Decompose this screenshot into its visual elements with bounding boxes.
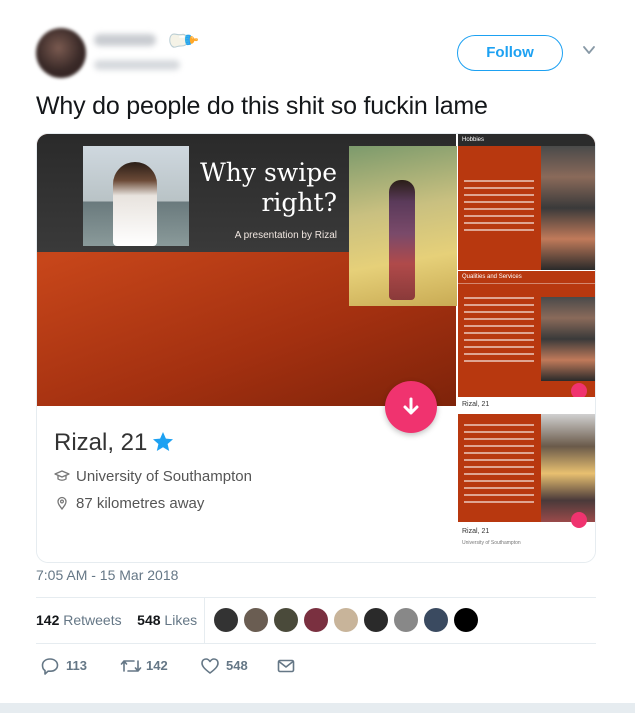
thumb-reviews-card [458,414,595,522]
like-button[interactable]: 548 [200,656,270,676]
retweets-label: Retweets [63,612,122,628]
tweet-header: 🍼 Follow [36,22,604,82]
university-label: University of Southampton [76,468,252,485]
profile-photo-right [349,146,457,306]
heart-icon [201,658,219,674]
tweet-timestamp[interactable]: 7:05 AM - 15 Mar 2018 [36,567,178,583]
likes-stat[interactable]: 548 Likes [137,612,197,628]
author-handle-blurred[interactable] [94,60,180,70]
thumb-text-lines [464,297,534,367]
thumb-photo-collage [541,297,595,381]
like-count: 548 [226,658,248,673]
profile-photo-slide: Why swipe right? A presentation by Rizal [37,134,457,406]
retweet-button[interactable]: 142 [120,656,190,676]
divider [36,597,596,598]
baby-bottle-icon: 🍼 [163,22,201,60]
thumb-hobbies-heading: Hobbies [458,134,595,146]
liker-avatar[interactable] [304,608,328,632]
stats-separator [204,597,205,643]
university-row: University of Southampton [54,468,252,485]
thumb-down-button [571,383,587,397]
thumbnail-qualities[interactable]: Qualities and Services [458,271,595,397]
slide-subtitle: A presentation by Rizal [234,230,337,241]
avatar[interactable] [36,28,86,78]
liker-avatar[interactable] [364,608,388,632]
thumb-down-button [571,512,587,528]
tweet-stats: 142 Retweets 548 Likes [36,612,197,628]
reply-button[interactable]: 113 [40,656,100,676]
profile-photo-left [83,146,189,246]
likes-count: 548 [137,612,161,628]
liker-avatar[interactable] [394,608,418,632]
retweets-stat[interactable]: 142 Retweets [36,612,122,628]
location-pin-icon [57,496,67,510]
envelope-icon [277,659,295,673]
arrow-down-icon [403,397,419,415]
thumb-qualities-heading: Qualities and Services [458,271,595,284]
thumb-photo-collage [541,146,595,270]
profile-name: Rizal, 21 [54,429,148,456]
star-icon [153,432,173,451]
liker-avatar[interactable] [214,608,238,632]
thumb-name: Rizal, 21 [462,401,490,408]
chevron-down-icon[interactable] [582,43,596,57]
thumb-text-lines [464,180,534,236]
thumbnail-hobbies[interactable]: Hobbies [458,134,595,270]
tweet-text: Why do people do this shit so fuckin lam… [36,92,488,120]
divider [36,643,596,644]
retweet-icon [120,660,142,672]
thumb-text-lines [464,424,534,508]
retweet-count: 142 [146,658,168,673]
direct-message-button[interactable] [276,656,298,676]
liker-avatar[interactable] [454,608,478,632]
thumb-3-name: Rizal, 21 [462,528,490,535]
liker-avatar[interactable] [424,608,448,632]
distance-label: 87 kilometres away [76,495,205,512]
follow-button[interactable]: Follow [457,35,563,71]
tweet-media[interactable]: Why swipe right? A presentation by Rizal… [36,133,596,563]
liker-avatar[interactable] [334,608,358,632]
slide-title: Why swipe right? [200,158,337,217]
thumb-photo-collage [541,414,595,522]
liker-avatar[interactable] [244,608,268,632]
author-name-blurred[interactable] [94,34,156,46]
expand-profile-button[interactable] [385,381,437,433]
graduation-cap-icon [54,470,70,481]
bottom-border [0,703,635,713]
thumb-3-university: University of Southampton [462,540,521,546]
reply-icon [41,658,59,675]
thumbnail-reviews[interactable]: Rizal, 21 University of Southampton [458,414,595,562]
distance-row: 87 kilometres away [54,495,204,512]
retweets-count: 142 [36,612,60,628]
liker-avatar[interactable] [274,608,298,632]
likes-label: Likes [164,612,198,628]
reply-count: 113 [66,658,87,673]
